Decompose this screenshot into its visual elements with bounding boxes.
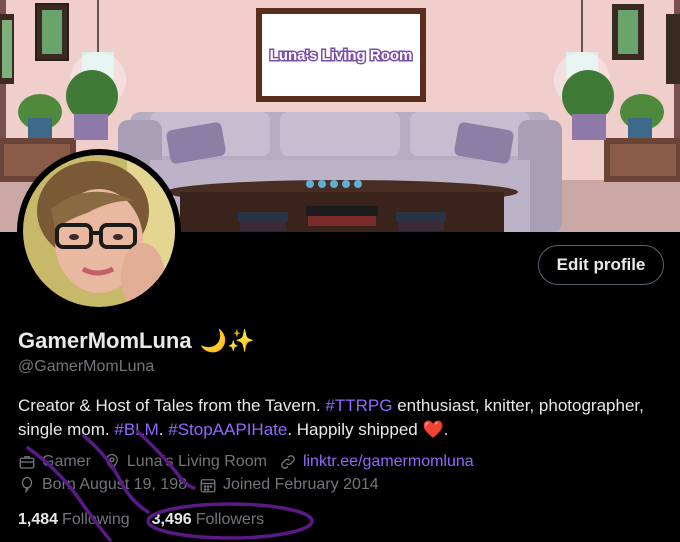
- link-icon: [281, 455, 295, 469]
- followers-count: 3,496: [151, 511, 192, 528]
- bio-text: .: [158, 420, 169, 439]
- location-pin-icon: [105, 453, 118, 470]
- following-label: Following: [62, 511, 130, 528]
- balloon-icon: [21, 476, 33, 493]
- birthday-text: Born August 19, 198: [42, 476, 187, 493]
- banner-sign-text: Luna's Living Room: [270, 47, 413, 64]
- bio-text: . Happily shipped: [287, 420, 423, 439]
- location-item: Luna's Living Room: [103, 453, 267, 471]
- bio-text: Creator & Host of Tales from the Tavern.: [18, 396, 326, 415]
- profile-meta-row: Gamer Luna's Living Room linktr.ee/gamer…: [18, 453, 486, 471]
- followers-link[interactable]: 3,496 Followers: [152, 511, 265, 529]
- profile-meta-row: Born August 19, 198 Joined February 2014: [18, 476, 391, 494]
- category-text: Gamer: [42, 453, 91, 470]
- briefcase-icon: [19, 456, 35, 469]
- hashtag-ttrpg[interactable]: #TTRPG: [325, 396, 392, 415]
- joined-item: Joined February 2014: [199, 476, 379, 494]
- display-name: GamerMomLuna 🌙✨: [18, 328, 254, 354]
- location-text: Luna's Living Room: [126, 453, 267, 470]
- birthday-item: Born August 19, 198: [18, 476, 187, 494]
- joined-text: Joined February 2014: [223, 476, 379, 493]
- profile-avatar[interactable]: [17, 149, 181, 313]
- moon-sparkles-emoji: 🌙✨: [199, 328, 255, 353]
- category-item: Gamer: [18, 453, 91, 471]
- profile-bio: Creator & Host of Tales from the Tavern.…: [18, 394, 668, 442]
- heart-emoji: ❤️: [422, 420, 444, 439]
- edit-profile-button[interactable]: Edit profile: [538, 245, 664, 285]
- user-handle: @GamerMomLuna: [18, 358, 155, 375]
- hashtag-stopaapihate[interactable]: #StopAAPIHate: [168, 420, 287, 439]
- display-name-text: GamerMomLuna: [18, 328, 192, 353]
- following-link[interactable]: 1,484 Following: [18, 511, 130, 529]
- calendar-icon: [200, 479, 216, 493]
- followers-label: Followers: [195, 511, 265, 528]
- website-link[interactable]: linktr.ee/gamermomluna: [303, 453, 474, 471]
- follow-stats: 1,484 Following 3,496 Followers: [18, 511, 264, 529]
- website-item: linktr.ee/gamermomluna: [279, 453, 474, 471]
- following-count: 1,484: [18, 511, 59, 528]
- hashtag-blm[interactable]: #BLM: [114, 420, 158, 439]
- bio-text: .: [443, 420, 449, 439]
